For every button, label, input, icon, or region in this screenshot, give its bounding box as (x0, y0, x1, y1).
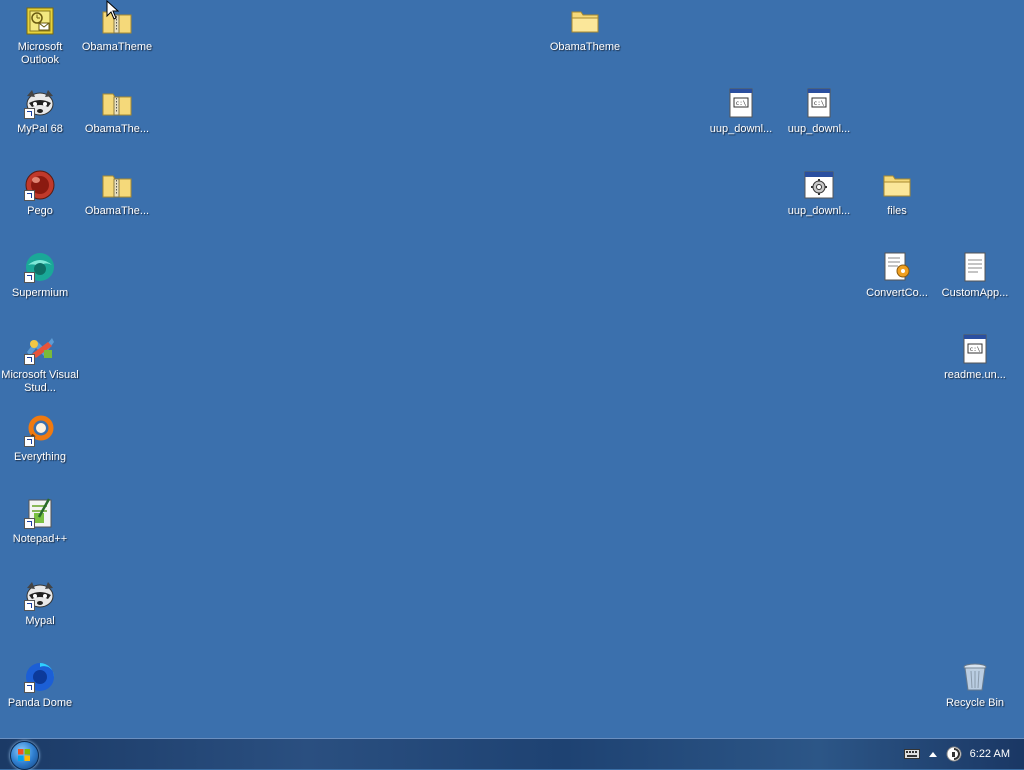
desktop-icon-label: Everything (14, 451, 66, 463)
desktop[interactable]: Microsoft Outlook MyPal 68 Pego Supermiu… (0, 0, 1024, 738)
desktop-icon-mypal[interactable]: Mypal (1, 578, 79, 648)
desktop-icon-microsoft-visual-studio[interactable]: Microsoft Visual Stud... (1, 332, 79, 402)
desktop-icon-uup-download-3[interactable]: uup_downl... (780, 168, 858, 238)
pego-icon (23, 168, 57, 202)
shortcut-arrow-icon (24, 354, 35, 365)
desktop-icon-label: ObamaTheme (549, 41, 621, 53)
windows-logo-icon (18, 749, 30, 761)
desktop-icon-label: uup_downl... (787, 205, 851, 217)
desktop-icon-label: ObamaThe... (84, 123, 150, 135)
text-file-icon: c:\ (724, 86, 758, 120)
taskbar: 6:22 AM (0, 738, 1024, 770)
everything-search-icon (23, 414, 57, 448)
shortcut-arrow-icon (24, 518, 35, 529)
panda-dome-icon (23, 660, 57, 694)
desktop-icon-label: Recycle Bin (945, 697, 1005, 709)
desktop-icon-supermium[interactable]: Supermium (1, 250, 79, 320)
desktop-icon-label: Notepad++ (12, 533, 68, 545)
desktop-icon-recycle-bin[interactable]: Recycle Bin (936, 660, 1014, 730)
desktop-icon-mypal-68[interactable]: MyPal 68 (1, 86, 79, 156)
desktop-icon-label: readme.un... (944, 369, 1006, 381)
desktop-icon-label: Supermium (11, 287, 69, 299)
system-tray: 6:22 AM (903, 739, 1024, 769)
notepad-plus-plus-icon (23, 496, 57, 530)
svg-text:c:\: c:\ (736, 100, 747, 107)
desktop-icon-obamatheme-zip-3[interactable]: ObamaThe... (78, 168, 156, 238)
clock[interactable]: 6:22 AM (970, 748, 1010, 760)
svg-text:c:\: c:\ (970, 346, 981, 353)
notepad-file-icon (958, 250, 992, 284)
raccoon-icon (23, 578, 57, 612)
shortcut-arrow-icon (24, 682, 35, 693)
svg-text:c:\: c:\ (814, 100, 825, 107)
desktop-icon-label: files (887, 205, 907, 217)
supermium-icon (23, 250, 57, 284)
zip-folder-icon (100, 86, 134, 120)
shortcut-arrow-icon (24, 108, 35, 119)
desktop-icon-notepad-plus-plus[interactable]: Notepad++ (1, 496, 79, 566)
gear-window-icon (802, 168, 836, 202)
desktop-icon-uup-download-2[interactable]: c:\ uup_downl... (780, 86, 858, 156)
network-icon[interactable] (946, 746, 962, 762)
desktop-icon-customapp[interactable]: CustomApp... (936, 250, 1014, 320)
desktop-icon-label: uup_downl... (787, 123, 851, 135)
desktop-icon-label: Microsoft Visual Stud... (1, 369, 79, 394)
text-file-icon: c:\ (802, 86, 836, 120)
visual-studio-icon (23, 332, 57, 366)
shortcut-arrow-icon (24, 272, 35, 283)
start-button[interactable] (10, 741, 39, 770)
desktop-icon-label: Microsoft Outlook (17, 41, 63, 66)
folder-icon (568, 4, 602, 38)
desktop-icon-obamatheme-folder[interactable]: ObamaTheme (546, 4, 624, 74)
desktop-icon-label: Pego (27, 205, 53, 217)
zip-folder-icon (100, 168, 134, 202)
keyboard-icon[interactable] (903, 749, 920, 759)
raccoon-icon (23, 86, 57, 120)
outlook-icon (23, 4, 57, 38)
desktop-icon-label: ObamaTheme (81, 41, 153, 53)
shortcut-arrow-icon (24, 600, 35, 611)
desktop-icon-everything[interactable]: Everything (1, 414, 79, 484)
desktop-icon-readme[interactable]: c:\ readme.un... (936, 332, 1014, 402)
desktop-icon-files-folder[interactable]: files (858, 168, 936, 238)
desktop-icon-label: ObamaThe... (84, 205, 150, 217)
desktop-icon-label: MyPal 68 (17, 123, 63, 135)
desktop-icon-obamatheme-zip-2[interactable]: ObamaThe... (78, 86, 156, 156)
shortcut-arrow-icon (24, 436, 35, 447)
desktop-icon-label: uup_downl... (709, 123, 773, 135)
desktop-icon-panda-dome[interactable]: Panda Dome (1, 660, 79, 730)
script-file-icon (880, 250, 914, 284)
text-file-icon: c:\ (958, 332, 992, 366)
recycle-bin-icon (958, 660, 992, 694)
desktop-icon-uup-download-1[interactable]: c:\ uup_downl... (702, 86, 780, 156)
desktop-icon-label: Panda Dome (7, 697, 73, 709)
show-hidden-icons-arrow-icon[interactable] (928, 750, 938, 758)
desktop-icon-label: Mypal (25, 615, 55, 627)
desktop-icon-label: CustomApp... (941, 287, 1009, 299)
desktop-icon-microsoft-outlook[interactable]: Microsoft Outlook (1, 4, 79, 74)
folder-icon (880, 168, 914, 202)
desktop-icon-pego[interactable]: Pego (1, 168, 79, 238)
desktop-icon-convertco[interactable]: ConvertCo... (858, 250, 936, 320)
shortcut-arrow-icon (24, 190, 35, 201)
mouse-cursor-icon (106, 0, 120, 20)
desktop-icon-label: ConvertCo... (866, 287, 928, 299)
